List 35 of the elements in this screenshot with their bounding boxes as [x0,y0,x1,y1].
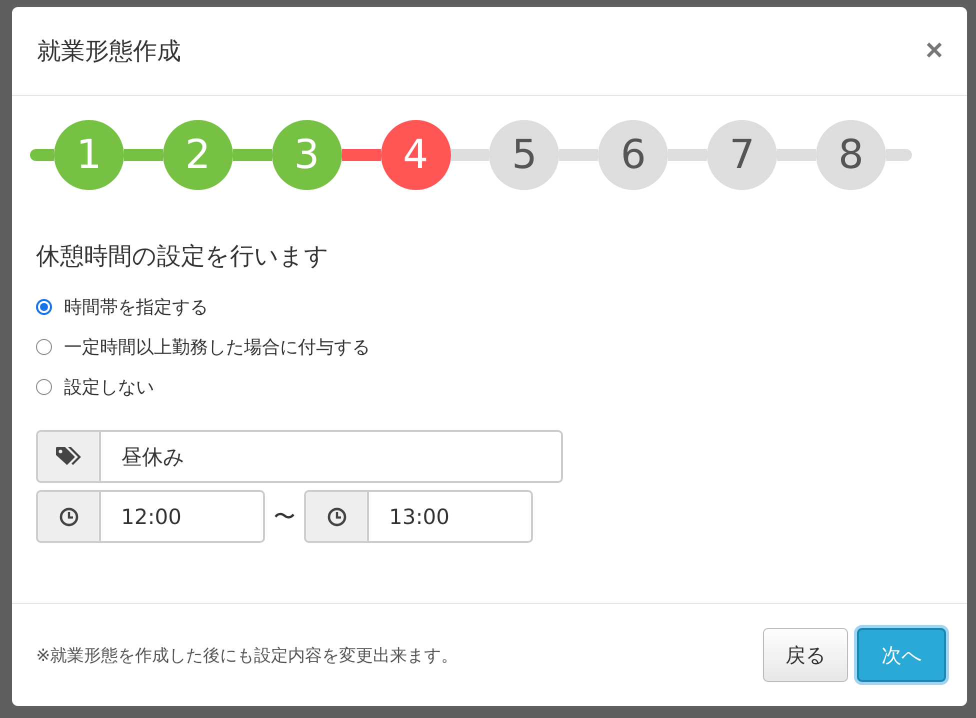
range-separator: 〜 [272,504,296,532]
step-indicator: 5 [489,120,560,190]
radio-label[interactable]: 時間帯を指定する [64,295,208,319]
step-indicator: 7 [707,120,778,190]
start-time-field[interactable]: 12:00 [36,490,265,543]
progress-line-segment [124,149,163,161]
section-heading: 休憩時間の設定を行います [36,241,330,272]
back-button[interactable]: 戻る [763,628,848,682]
progress-line-segment [30,149,54,161]
end-time-field[interactable]: 13:00 [304,490,533,543]
radio-button[interactable] [36,379,52,395]
progress-line-segment [232,149,272,161]
step-indicator: 4 [380,120,451,190]
radio-button[interactable] [36,339,52,355]
radio-button[interactable] [36,299,52,315]
step-indicator: 8 [816,120,886,190]
progress-line-segment [450,149,490,161]
radio-label[interactable]: 設定しない [64,375,154,399]
name-field[interactable]: 昼休み [36,430,563,483]
step-indicator: 3 [272,120,342,190]
tags-icon [54,446,82,468]
step-indicator: 6 [598,120,668,190]
footer-note: ※就業形態を作成した後にも設定内容を変更出来ます。 [36,644,460,666]
step-indicator: 2 [162,120,233,190]
clock-icon [58,506,78,526]
progress-line-segment [886,149,912,161]
progress-line-segment [668,149,708,161]
step-indicator: 1 [54,120,124,190]
close-button[interactable]: × [925,36,943,66]
dialog-title: 就業形態作成 [37,36,181,67]
progress-line-segment [342,149,381,161]
radio-label[interactable]: 一定時間以上勤務した場合に付与する [64,335,370,359]
progress-line-segment [777,149,816,161]
clock-icon [326,506,346,526]
progress-line-segment [559,149,598,161]
